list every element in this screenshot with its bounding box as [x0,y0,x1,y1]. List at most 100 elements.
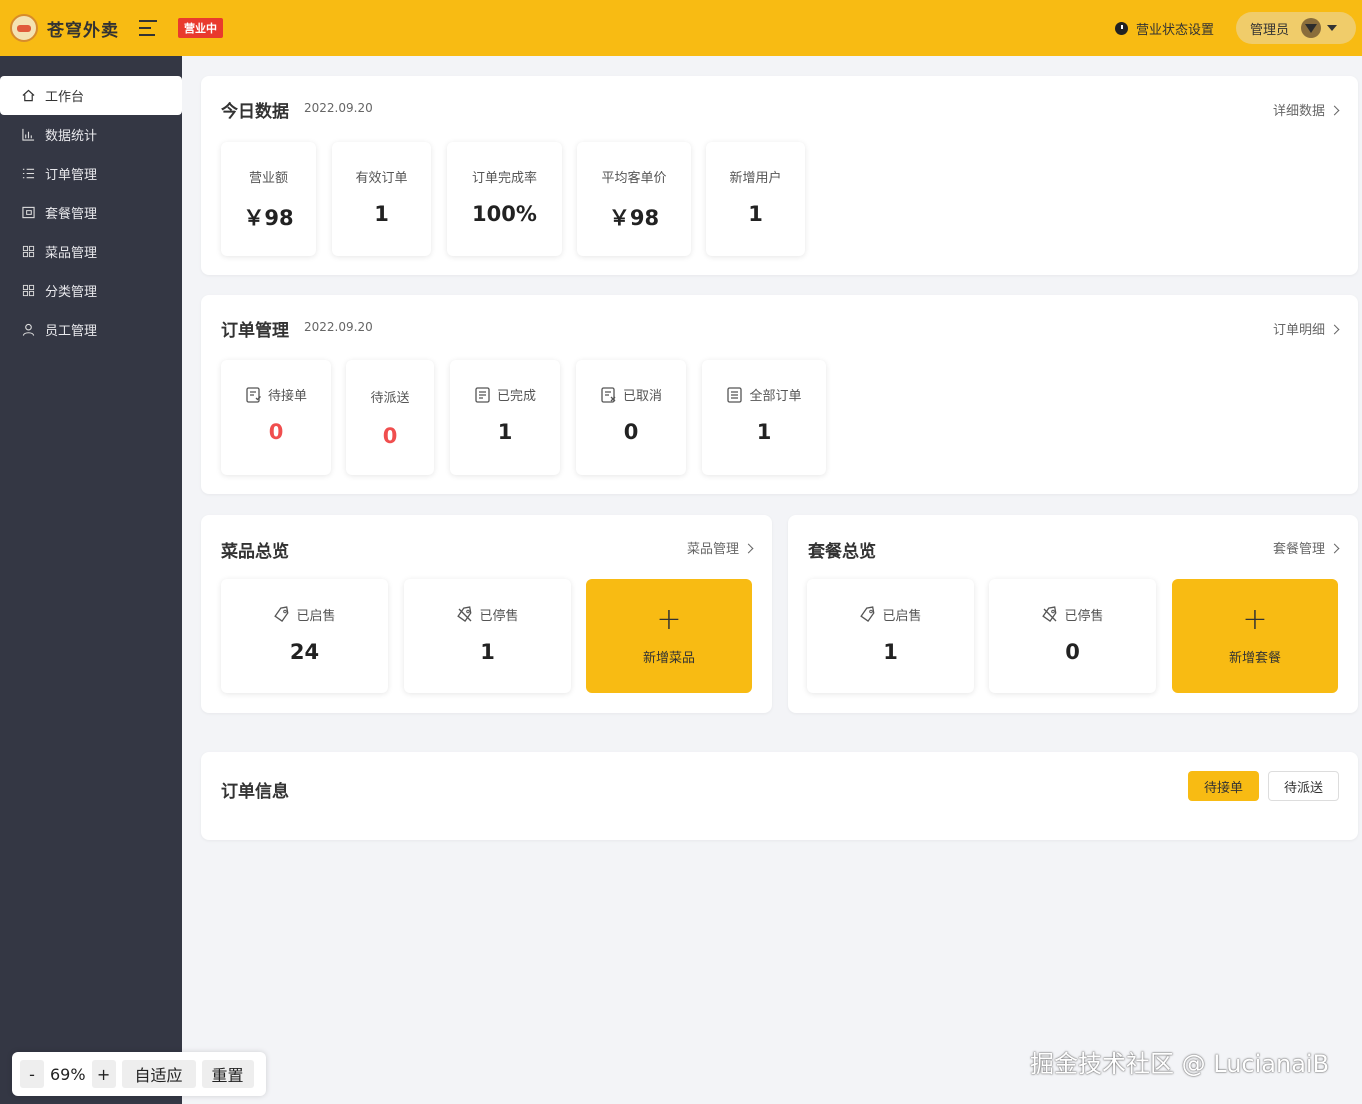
add-setmeal-label: 新增套餐 [1228,651,1281,666]
admin-menu[interactable]: 管理员 [1236,12,1356,44]
tile-label: 已停售 [1041,605,1104,624]
admin-label: 管理员 [1250,22,1290,38]
tile-label: 已启售 [273,605,336,624]
user-icon [22,323,35,336]
tile-label: 已停售 [456,605,519,624]
order-label: 全部订单 [749,389,802,404]
tag-icon [274,605,289,622]
order-tile-pending[interactable]: 待接单 0 [221,360,331,475]
menu-collapse-icon[interactable] [139,20,157,36]
order-tile-label: 待接单 [245,385,307,404]
order-completed-icon [475,386,490,403]
dish-on-sale-tile: 已启售 24 [221,579,388,693]
tab-to-deliver[interactable]: 待派送 [1268,771,1339,801]
tag-off-icon [457,605,472,622]
order-value: 0 [382,424,398,448]
dish-off-value: 1 [480,640,495,664]
setmeal-management-link[interactable]: 套餐管理 [1273,538,1338,557]
zoom-control: - 69% + 自适应 重置 [12,1052,266,1096]
home-icon [22,89,35,102]
stat-tile-valid-orders: 有效订单 1 [332,142,431,256]
grid-icon [22,245,35,258]
setmeal-on-value: 1 [883,640,898,664]
order-value: 0 [268,420,284,444]
bar-chart-icon [22,128,35,141]
stat-label: 新增用户 [729,171,782,186]
reset-button[interactable]: 重置 [201,1060,254,1088]
order-tile-all[interactable]: 全部订单 1 [702,360,826,475]
card-date: 2022.09.20 [304,101,373,115]
setmeal-on-label: 已启售 [882,609,922,624]
dish-off-label: 已停售 [479,609,519,624]
dish-on-value: 24 [289,640,320,664]
add-dish-button[interactable]: + 新增菜品 [586,579,752,693]
sidebar-item-label: 订单管理 [45,168,98,183]
zoom-in-button[interactable]: + [91,1060,116,1088]
order-all-icon [727,386,743,403]
status-badge: 营业中 [178,18,223,38]
sidebar-item-label: 数据统计 [45,129,98,144]
stat-label: 平均客单价 [601,171,667,186]
stat-tile-new-users: 新增用户 1 [706,142,805,256]
logo-icon [10,14,38,42]
grid-icon [22,284,35,297]
dish-off-sale-tile: 已停售 1 [404,579,571,693]
tab-pending-orders[interactable]: 待接单 [1188,771,1259,801]
card-date: 2022.09.20 [304,320,373,334]
card-title: 今日数据 [221,102,289,122]
order-cancelled-icon [601,386,616,403]
stat-tile-revenue: 营业额 ￥98 [221,142,316,256]
add-setmeal-button[interactable]: + 新增套餐 [1172,579,1338,693]
fit-button[interactable]: 自适应 [121,1060,196,1088]
order-label: 已完成 [496,389,536,404]
sidebar-item-statistics[interactable]: 数据统计 [0,115,182,154]
order-label: 待派送 [370,391,410,406]
order-tile-cancelled[interactable]: 已取消 0 [576,360,686,475]
sidebar-item-orders[interactable]: 订单管理 [0,154,182,193]
sidebar-item-label: 工作台 [45,90,85,105]
zoom-out-button[interactable]: - [20,1060,44,1088]
order-management-card: 订单管理 2022.09.20 订单明细 待接单 0 待派送 0 已完成 1 已… [201,295,1358,494]
sidebar-item-dishes[interactable]: 菜品管理 [0,232,182,271]
order-value: 1 [756,420,772,444]
dish-management-link[interactable]: 菜品管理 [687,538,752,557]
stat-value: 1 [374,202,389,226]
clock-icon [1114,21,1128,35]
stat-value: ￥98 [243,206,294,230]
stat-value: ￥98 [608,206,660,230]
sidebar: 工作台 数据统计 订单管理 套餐管理 菜品管理 分类管理 员工管理 [0,56,182,1104]
watermark: 掘金技术社区 @ LucianaiB [1030,1050,1330,1078]
sidebar-item-label: 分类管理 [45,285,98,300]
order-detail-link[interactable]: 订单明细 [1273,319,1338,338]
dish-overview-card: 菜品总览 菜品管理 已启售 24 已停售 1 + 新增菜品 [201,515,772,713]
sidebar-item-setmeal[interactable]: 套餐管理 [0,193,182,232]
order-tile-label: 已取消 [600,385,662,404]
tag-off-icon [1042,605,1057,622]
order-tile-label: 全部订单 [726,385,802,404]
sidebar-item-label: 员工管理 [45,324,98,339]
order-tile-to-deliver[interactable]: 待派送 0 [346,360,434,475]
status-setting-button[interactable]: 营业状态设置 [1136,19,1214,38]
avatar [1301,18,1322,38]
sidebar-item-label: 菜品管理 [45,246,98,261]
tile-label: 已启售 [859,605,922,624]
logo[interactable]: 苍穹外卖 [10,14,119,42]
top-bar: 苍穹外卖 营业中 营业状态设置 管理员 [0,0,1362,56]
sidebar-item-categories[interactable]: 分类管理 [0,271,182,310]
card-title: 菜品总览 [221,542,289,562]
sidebar-item-employees[interactable]: 员工管理 [0,310,182,349]
detail-data-link[interactable]: 详细数据 [1273,100,1338,119]
today-data-card: 今日数据 2022.09.20 详细数据 营业额 ￥98 有效订单 1 订单完成… [201,76,1358,275]
sidebar-item-label: 套餐管理 [45,207,98,222]
setmeal-on-sale-tile: 已启售 1 [807,579,974,693]
plus-icon: + [656,602,682,637]
app-name: 苍穹外卖 [47,20,119,41]
stat-label: 订单完成率 [471,171,537,186]
dish-on-label: 已启售 [296,609,336,624]
add-dish-label: 新增菜品 [642,651,695,666]
order-tile-completed[interactable]: 已完成 1 [450,360,560,475]
sidebar-item-workbench[interactable]: 工作台 [0,76,182,115]
list-icon [22,167,35,180]
stat-label: 有效订单 [355,171,408,186]
setmeal-off-sale-tile: 已停售 0 [989,579,1156,693]
